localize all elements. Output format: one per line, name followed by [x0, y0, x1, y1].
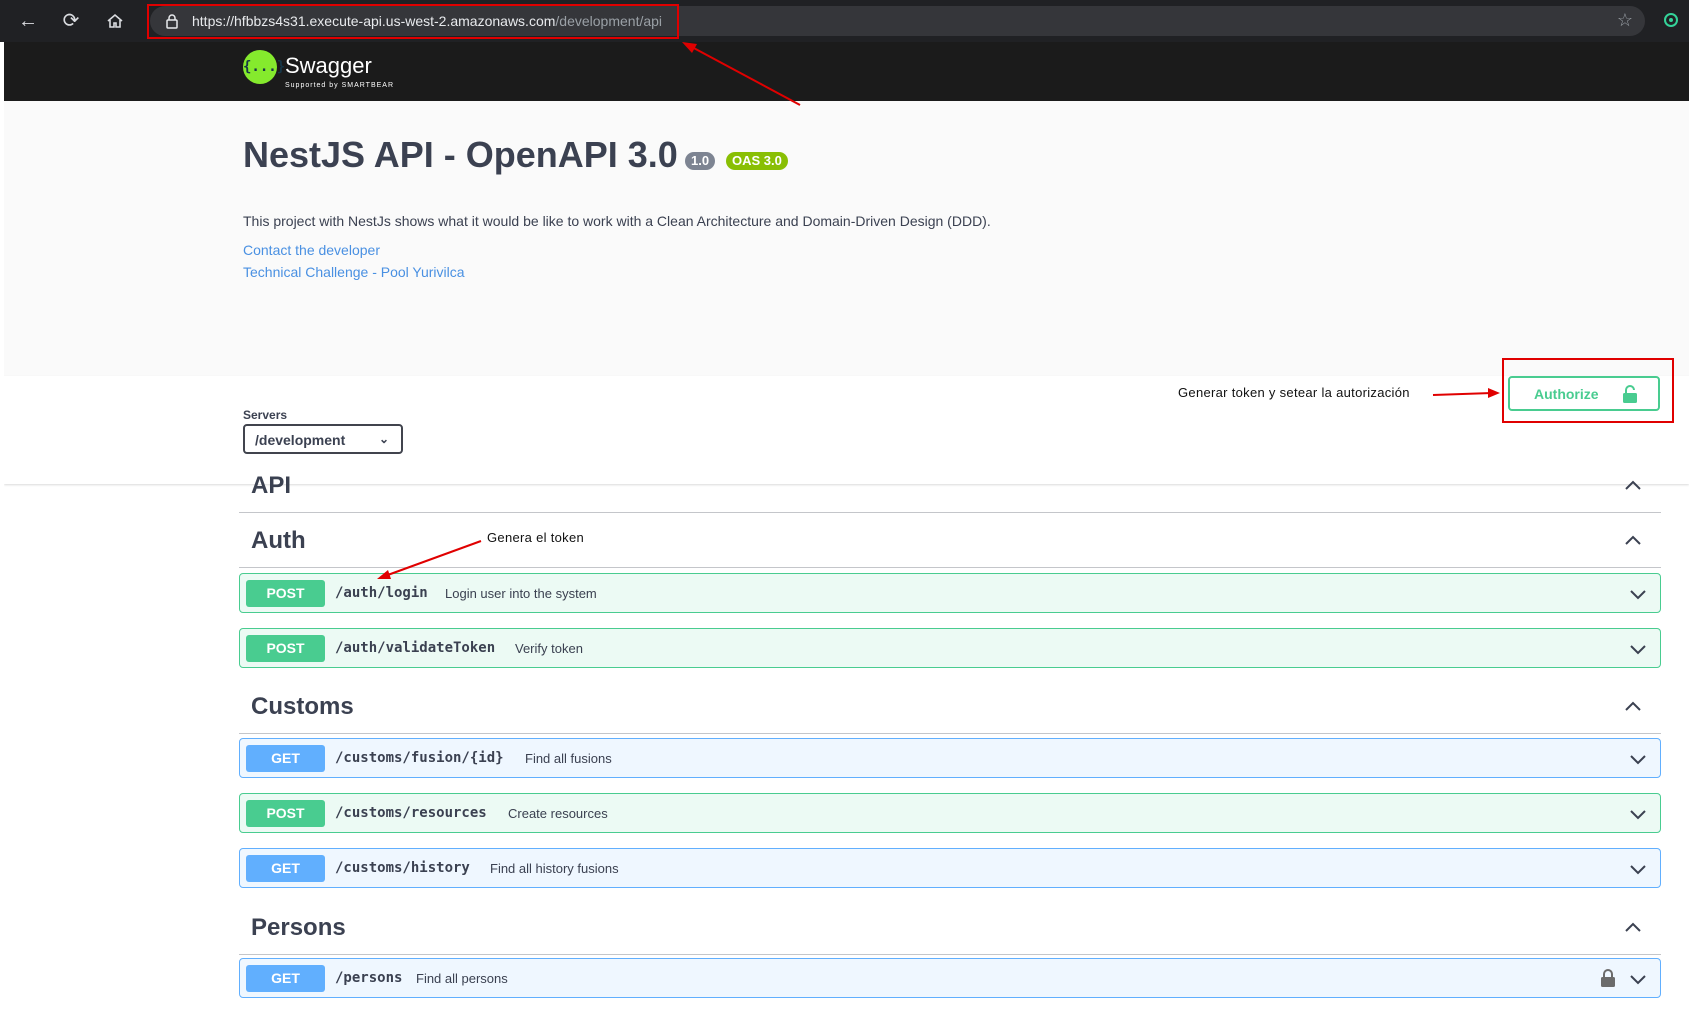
servers-selected-value: /development — [255, 432, 346, 448]
technical-challenge-link[interactable]: Technical Challenge - Pool Yurivilca — [243, 264, 465, 280]
operation-summary: Find all history fusions — [490, 861, 619, 876]
reload-icon[interactable]: ⟳ — [59, 9, 83, 33]
operation-customs-resources[interactable]: POST /customs/resources Create resources — [239, 793, 1661, 833]
chevron-up-icon — [1625, 535, 1641, 545]
tag-persons[interactable]: Persons — [239, 902, 1661, 955]
servers-select[interactable]: /development ⌄ — [243, 424, 403, 454]
method-badge: POST — [246, 580, 325, 607]
chevron-up-icon — [1625, 701, 1641, 711]
tag-auth[interactable]: Auth — [239, 515, 1661, 568]
swagger-topbar: {...} Swagger Supported by SMARTBEAR — [4, 42, 1689, 101]
contact-developer-link[interactable]: Contact the developer — [243, 242, 380, 258]
operation-auth-validate-token[interactable]: POST /auth/validateToken Verify token — [239, 628, 1661, 668]
method-badge: GET — [246, 745, 325, 772]
operation-path: /auth/login — [335, 585, 428, 601]
operation-customs-history[interactable]: GET /customs/history Find all history fu… — [239, 848, 1661, 888]
api-description: This project with NestJs shows what it w… — [243, 213, 991, 229]
chevron-down-icon[interactable] — [1628, 969, 1648, 989]
version-badge: 1.0 — [685, 152, 716, 170]
operation-path: /auth/validateToken — [335, 640, 496, 656]
chevron-up-icon — [1625, 480, 1641, 490]
operation-summary: Create resources — [508, 806, 608, 821]
swagger-logo-icon[interactable]: {...} — [243, 50, 285, 84]
chevron-down-icon[interactable] — [1628, 804, 1648, 824]
tag-title: Auth — [251, 527, 306, 554]
tag-api[interactable]: API — [239, 460, 1661, 513]
tag-customs[interactable]: Customs — [239, 681, 1661, 734]
operation-customs-fusion[interactable]: GET /customs/fusion/{id} Find all fusion… — [239, 738, 1661, 778]
operation-path: /customs/history — [335, 860, 470, 876]
operation-summary: Verify token — [515, 641, 583, 656]
operation-path: /persons — [335, 970, 403, 986]
operation-summary: Find all persons — [416, 971, 508, 986]
method-badge: GET — [246, 965, 325, 992]
tag-title: Customs — [251, 693, 354, 720]
authorize-annotation: Generar token y setear la autorización — [1178, 385, 1410, 400]
chevron-down-icon[interactable] — [1628, 749, 1648, 769]
operation-auth-login[interactable]: POST /auth/login Login user into the sys… — [239, 573, 1661, 613]
operation-path: /customs/resources — [335, 805, 487, 821]
bookmark-star-icon[interactable]: ☆ — [1617, 10, 1633, 31]
method-badge: GET — [246, 855, 325, 882]
operation-path: /customs/fusion/{id} — [335, 750, 504, 766]
method-badge: POST — [246, 800, 325, 827]
authorize-highlight-box — [1502, 358, 1674, 423]
back-arrow-icon[interactable]: ← — [16, 9, 40, 33]
url-highlight-box — [147, 4, 679, 39]
chevron-down-icon: ⌄ — [378, 432, 389, 446]
page-title: NestJS API - OpenAPI 3.0 — [243, 134, 678, 175]
operation-summary: Login user into the system — [445, 586, 597, 601]
chevron-down-icon[interactable] — [1628, 639, 1648, 659]
swagger-logo-text[interactable]: Swagger — [285, 53, 372, 79]
chevron-down-icon[interactable] — [1628, 584, 1648, 604]
home-icon[interactable] — [103, 9, 127, 33]
tag-title: API — [251, 472, 292, 499]
servers-label: Servers — [243, 408, 288, 422]
lock-icon[interactable] — [1600, 969, 1616, 987]
operation-persons[interactable]: GET /persons Find all persons — [239, 958, 1661, 998]
chevron-up-icon — [1625, 922, 1641, 932]
swagger-logo-subtitle: Supported by SMARTBEAR — [285, 82, 395, 89]
extension-icon[interactable] — [1664, 13, 1678, 27]
chevron-down-icon[interactable] — [1628, 859, 1648, 879]
method-badge: POST — [246, 635, 325, 662]
operation-summary: Find all fusions — [525, 751, 612, 766]
oas-badge: OAS 3.0 — [726, 152, 788, 170]
login-annotation: Genera el token — [487, 530, 585, 545]
tag-title: Persons — [251, 914, 346, 941]
